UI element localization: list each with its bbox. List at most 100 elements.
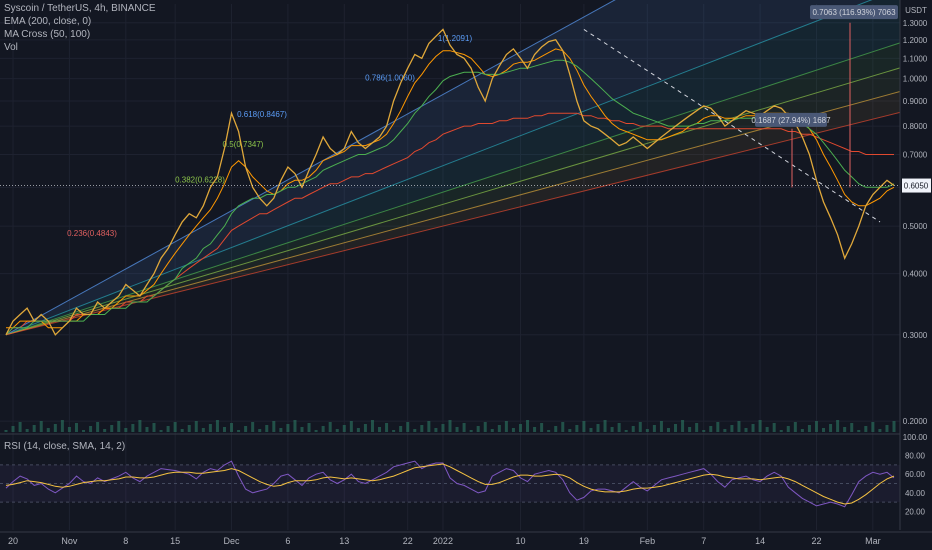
volume-bar xyxy=(399,426,403,432)
y-tick-label: 0.4000 xyxy=(903,270,928,279)
header-symbol: Syscoin / TetherUS, 4h, BINANCE xyxy=(4,3,156,14)
x-tick-label: 7 xyxy=(701,536,706,546)
volume-bar xyxy=(695,423,699,432)
volume-bar xyxy=(843,427,847,432)
volume-bar xyxy=(194,421,198,432)
volume-bar xyxy=(103,429,107,432)
volume-bar xyxy=(561,422,565,432)
volume-bar xyxy=(814,421,818,432)
volume-bar xyxy=(786,426,790,432)
volume-bar xyxy=(645,429,649,432)
y-tick-label: 0.5000 xyxy=(903,222,928,231)
volume-bar xyxy=(89,426,93,432)
volume-bar xyxy=(765,427,769,432)
header-rsi: RSI (14, close, SMA, 14, 2) xyxy=(4,441,126,452)
volume-bar xyxy=(237,430,241,432)
volume-bar xyxy=(159,430,163,432)
header-ema: EMA (200, close, 0) xyxy=(4,16,92,27)
fib-label: 0.786(1.0060) xyxy=(365,73,415,82)
volume-bar xyxy=(631,426,635,432)
header-vol: Vol xyxy=(4,42,18,53)
x-tick-label: Nov xyxy=(61,536,78,546)
volume-bar xyxy=(674,424,678,432)
volume-bar xyxy=(138,420,142,432)
fib-label: 0.5(0.7347) xyxy=(223,140,264,149)
volume-bar xyxy=(180,429,184,432)
volume-bar xyxy=(60,420,64,432)
volume-bar xyxy=(751,424,755,432)
volume-bar xyxy=(652,425,656,432)
chart-canvas: 1(1.2091) 0.786(1.0060) 0.618(0.8467) 0.5(0… xyxy=(0,0,932,550)
volume-bar xyxy=(850,423,854,432)
volume-bar xyxy=(356,428,360,432)
volume-bar xyxy=(124,428,128,432)
volume-bar xyxy=(201,428,205,432)
rsi-tick-label: 20.00 xyxy=(905,507,926,516)
volume-bar xyxy=(378,427,382,432)
volume-bar xyxy=(392,430,396,432)
volume-bar xyxy=(864,426,868,432)
x-tick-label: 22 xyxy=(403,536,413,546)
y-tick-label: 1.0000 xyxy=(903,75,928,84)
volume-bar xyxy=(363,424,367,432)
volume-bar xyxy=(603,420,607,432)
y-tick-label: 1.1000 xyxy=(903,54,928,63)
rsi-tick-label: 60.00 xyxy=(905,470,926,479)
y-tick-label: 1.2000 xyxy=(903,36,928,45)
fib-label: 0.618(0.8467) xyxy=(237,110,287,119)
volume-bar xyxy=(610,427,614,432)
volume-bar xyxy=(807,425,811,432)
volume-bar xyxy=(575,425,579,432)
volume-bar xyxy=(568,429,572,432)
volume-bar xyxy=(117,421,121,432)
volume-bar xyxy=(152,423,156,432)
volume-bar xyxy=(258,429,262,432)
y-tick-label: 0.3000 xyxy=(903,331,928,340)
volume-bar xyxy=(526,420,530,432)
volume-bar xyxy=(476,426,480,432)
volume-bar xyxy=(272,421,276,432)
volume-bar xyxy=(342,425,346,432)
volume-bar xyxy=(730,425,734,432)
volume-bar xyxy=(173,422,177,432)
volume-bar xyxy=(293,420,297,432)
volume-bar xyxy=(885,425,889,432)
volume-bar xyxy=(716,422,720,432)
y-tick-label: 0.7000 xyxy=(903,151,928,160)
volume-bar xyxy=(836,420,840,432)
volume-bar xyxy=(166,426,170,432)
volume-bar xyxy=(518,424,522,432)
volume-bar xyxy=(490,429,494,432)
currency-label: USDT xyxy=(905,6,927,15)
volume-bar xyxy=(349,421,353,432)
volume-bar xyxy=(857,430,861,432)
volume-bar xyxy=(737,421,741,432)
volume-bar xyxy=(666,428,670,432)
volume-bar xyxy=(413,429,417,432)
target-badge-label: 0.1687 (27.94%) 1687 xyxy=(751,116,831,125)
volume-bar xyxy=(110,425,114,432)
volume-bar xyxy=(328,422,332,432)
volume-bar xyxy=(511,428,515,432)
volume-bar xyxy=(547,430,551,432)
volume-bar xyxy=(779,430,783,432)
y-tick-label: 0.2000 xyxy=(903,417,928,426)
volume-bar xyxy=(335,429,339,432)
volume-bar xyxy=(533,427,537,432)
volume-bar xyxy=(638,422,642,432)
volume-bar xyxy=(67,427,71,432)
volume-bar xyxy=(878,429,882,432)
volume-bar xyxy=(793,422,797,432)
volume-bar xyxy=(18,422,22,432)
x-tick-label: 15 xyxy=(170,536,180,546)
x-tick-label: 6 xyxy=(285,536,290,546)
volume-bar xyxy=(145,427,149,432)
volume-bar xyxy=(772,423,776,432)
rsi-tick-label: 80.00 xyxy=(905,452,926,461)
volume-bar xyxy=(829,424,833,432)
volume-bar xyxy=(582,421,586,432)
volume-bar xyxy=(744,428,748,432)
volume-bar xyxy=(314,430,318,432)
x-tick-label: 13 xyxy=(339,536,349,546)
price-tag-label: 0.6050 xyxy=(904,182,929,191)
